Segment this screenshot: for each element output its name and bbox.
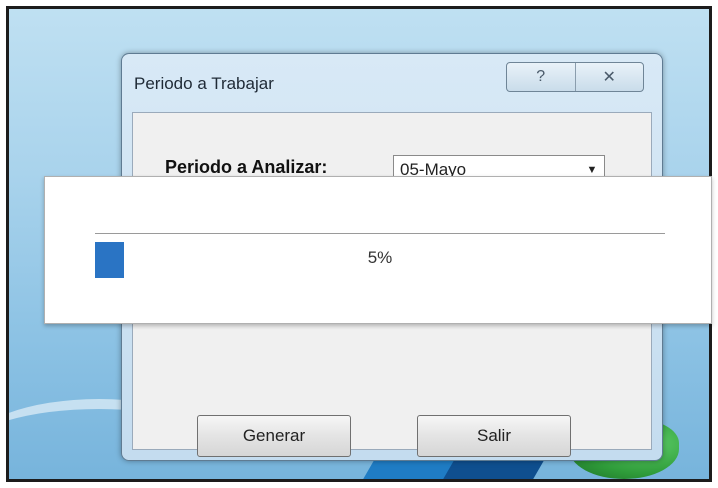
salir-button[interactable]: Salir — [417, 415, 571, 457]
close-icon: ✕ — [602, 69, 616, 86]
period-label: Periodo a Analizar: — [165, 157, 328, 177]
progress-text: 5% — [367, 248, 393, 267]
help-icon: ? — [536, 68, 546, 85]
dialog-title: Periodo a Trabajar — [134, 74, 274, 93]
title-bar-buttons: ? ✕ — [506, 62, 644, 92]
help-button[interactable]: ? — [507, 63, 575, 91]
chevron-down-icon[interactable]: ▼ — [580, 164, 604, 176]
progress-panel: 5% — [44, 176, 712, 324]
progress-bar: 5% — [95, 233, 665, 278]
generar-button[interactable]: Generar — [197, 415, 351, 457]
close-button[interactable]: ✕ — [574, 63, 644, 91]
